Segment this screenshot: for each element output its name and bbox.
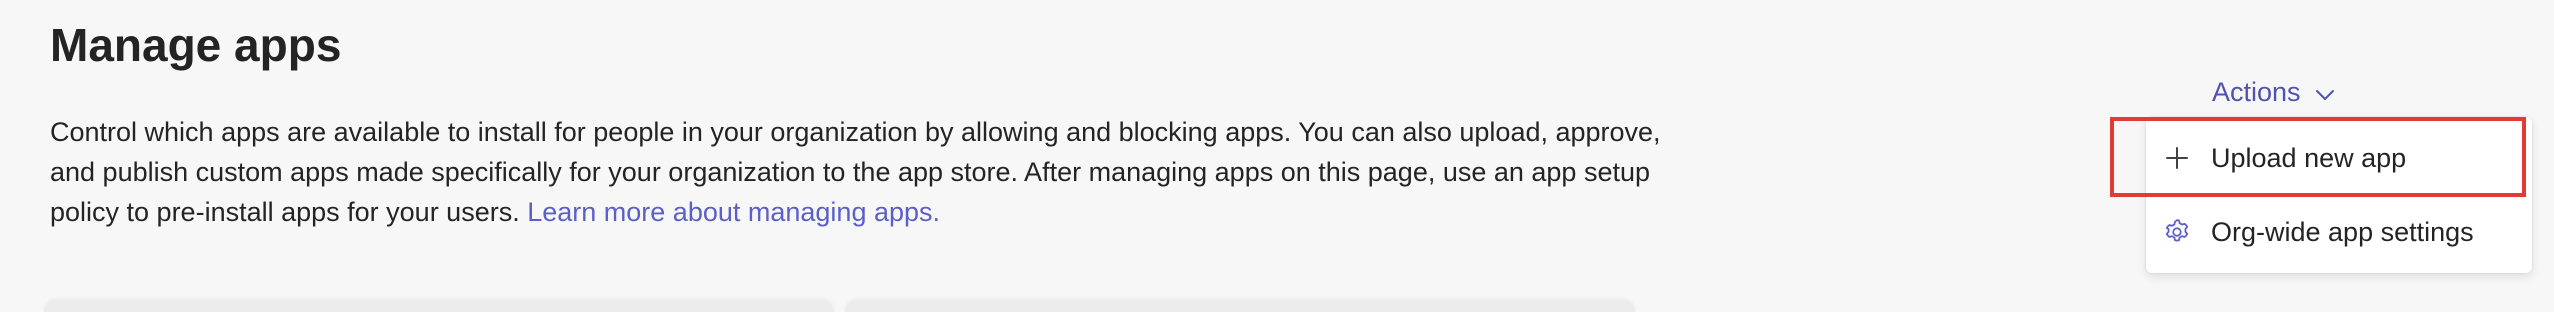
upload-new-app-menu-item[interactable]: Upload new app xyxy=(2146,130,2532,186)
org-wide-app-settings-label: Org-wide app settings xyxy=(2211,216,2474,247)
upload-new-app-label: Upload new app xyxy=(2211,142,2407,173)
actions-dropdown-menu: Upload new app Org-wide app settings xyxy=(2146,117,2532,273)
actions-button[interactable]: Actions xyxy=(2200,70,2347,114)
gear-icon xyxy=(2162,217,2192,247)
summary-card-top-edge xyxy=(44,300,834,312)
plus-icon xyxy=(2162,143,2192,173)
org-wide-app-settings-menu-item[interactable]: Org-wide app settings xyxy=(2146,204,2532,260)
chevron-down-icon xyxy=(2315,77,2335,108)
summary-card-top-edge xyxy=(845,300,1635,312)
learn-more-link[interactable]: Learn more about managing apps. xyxy=(527,197,940,227)
actions-label: Actions xyxy=(2212,76,2301,107)
page-title: Manage apps xyxy=(50,19,342,71)
page-description: Control which apps are available to inst… xyxy=(50,112,1670,232)
